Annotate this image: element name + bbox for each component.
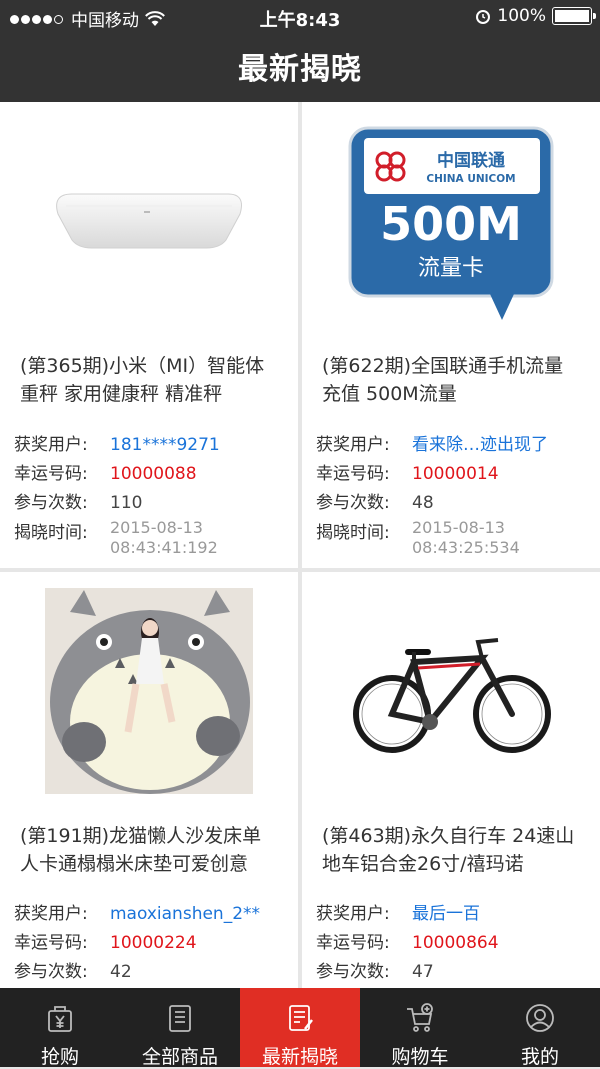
winner-name[interactable]: 最后一百 bbox=[412, 900, 480, 929]
announcement-icon bbox=[289, 1005, 313, 1031]
winner-name[interactable]: maoxianshen_2** bbox=[110, 900, 260, 929]
reveal-time-row: 揭晓时间: 2015-08-13 08:43:41:192 bbox=[14, 518, 292, 558]
tab-flash-sale[interactable]: 抢购 bbox=[0, 988, 120, 1068]
totoro-sofa-bed-image bbox=[45, 588, 253, 794]
winner-row: 获奖用户: 181****9271 bbox=[14, 431, 292, 460]
unicom-cn-text: 中国联通 bbox=[437, 150, 505, 171]
time-label: 揭晓时间: bbox=[316, 523, 390, 543]
lucky-label: 幸运号码: bbox=[14, 464, 88, 484]
product-name: (第191期)龙猫懒人沙发床单人卡通榻榻米床垫可爱创意 bbox=[20, 825, 262, 875]
lucky-row: 幸运号码: 10000088 bbox=[14, 460, 292, 489]
lucky-label: 幸运号码: bbox=[316, 933, 390, 953]
lucky-number: 10000088 bbox=[110, 464, 197, 484]
count-row: 参与次数: 47 bbox=[316, 958, 594, 987]
smart-scale-image bbox=[56, 193, 242, 249]
tab-all-products[interactable]: 全部商品 bbox=[120, 988, 240, 1068]
reveal-date: 2015-08-13 bbox=[412, 518, 505, 537]
product-card[interactable]: (第365期)小米（MI）智能体重秤 家用健康秤 精准秤 获奖用户: 181***… bbox=[0, 102, 298, 568]
join-count: 47 bbox=[412, 962, 434, 982]
product-name: (第365期)小米（MI）智能体重秤 家用健康秤 精准秤 bbox=[20, 355, 265, 405]
join-count: 48 bbox=[412, 493, 434, 513]
unicom-en-text: CHINA UNICOM bbox=[426, 173, 515, 185]
winner-label: 获奖用户: bbox=[316, 435, 390, 455]
count-row: 参与次数: 42 bbox=[14, 958, 292, 987]
lucky-number: 10000224 bbox=[110, 933, 197, 953]
winner-row: 获奖用户: 最后一百 bbox=[316, 900, 594, 929]
data-amount-text: 500M bbox=[380, 197, 522, 251]
tab-label: 购物车 bbox=[391, 1046, 449, 1068]
lucky-number: 10000014 bbox=[412, 464, 499, 484]
status-bar: 中国移动 上午8:43 100% bbox=[0, 0, 600, 36]
lucky-row: 幸运号码: 10000014 bbox=[316, 460, 594, 489]
page-title: 最新揭晓 bbox=[238, 52, 362, 87]
winner-label: 获奖用户: bbox=[14, 904, 88, 924]
alarm-icon bbox=[476, 10, 491, 24]
product-grid: (第365期)小米（MI）智能体重秤 家用健康秤 精准秤 获奖用户: 181***… bbox=[0, 102, 600, 988]
lucky-number: 10000864 bbox=[412, 933, 499, 953]
tab-label: 抢购 bbox=[40, 1046, 79, 1068]
winner-label: 获奖用户: bbox=[316, 904, 390, 924]
lucky-label: 幸运号码: bbox=[316, 464, 390, 484]
tab-cart[interactable]: 购物车 bbox=[360, 988, 480, 1068]
count-row: 参与次数: 110 bbox=[14, 489, 292, 518]
data-card-label: 流量卡 bbox=[418, 256, 484, 281]
winner-name[interactable]: 181****9271 bbox=[110, 431, 220, 460]
battery-percent: 100% bbox=[497, 6, 546, 26]
winner-name[interactable]: 看来除…迹出现了 bbox=[412, 431, 548, 460]
tab-profile[interactable]: 我的 bbox=[480, 988, 600, 1068]
count-label: 参与次数: bbox=[316, 493, 390, 513]
top-bar: 中国移动 上午8:43 100% 最新揭晓 bbox=[0, 0, 600, 102]
product-name: (第463期)永久自行车 24速山地车铝合金26寸/禧玛诺 bbox=[322, 825, 575, 875]
count-label: 参与次数: bbox=[14, 962, 88, 982]
unicom-data-card-image: 中国联通 CHINA UNICOM 500M 流量卡 bbox=[348, 126, 554, 320]
product-card[interactable]: 中国联通 CHINA UNICOM 500M 流量卡 (第622期)全国联通手机… bbox=[302, 102, 600, 568]
product-card[interactable]: (第191期)龙猫懒人沙发床单人卡通榻榻米床垫可爱创意 获奖用户: maoxian… bbox=[0, 572, 298, 988]
reveal-clock: 08:43:25:534 bbox=[412, 538, 520, 557]
lucky-label: 幸运号码: bbox=[14, 933, 88, 953]
time-label: 揭晓时间: bbox=[14, 523, 88, 543]
tab-label: 全部商品 bbox=[141, 1046, 218, 1068]
winner-label: 获奖用户: bbox=[14, 435, 88, 455]
battery-icon bbox=[552, 7, 596, 25]
count-label: 参与次数: bbox=[14, 493, 88, 513]
lucky-row: 幸运号码: 10000864 bbox=[316, 929, 594, 958]
reveal-clock: 08:43:41:192 bbox=[110, 538, 218, 557]
count-row: 参与次数: 48 bbox=[316, 489, 594, 518]
tab-label: 最新揭晓 bbox=[261, 1046, 338, 1068]
tab-label: 我的 bbox=[520, 1046, 559, 1068]
tab-latest-reveal[interactable]: 最新揭晓 bbox=[240, 988, 360, 1068]
cart-icon bbox=[407, 1003, 433, 1032]
catalog-icon bbox=[169, 1005, 191, 1032]
winner-row: 获奖用户: 看来除…迹出现了 bbox=[316, 431, 594, 460]
join-count: 42 bbox=[110, 962, 132, 982]
winner-row: 获奖用户: maoxianshen_2** bbox=[14, 900, 292, 929]
lucky-row: 幸运号码: 10000224 bbox=[14, 929, 292, 958]
join-count: 110 bbox=[110, 493, 143, 513]
product-name: (第622期)全国联通手机流量充值 500M流量 bbox=[322, 355, 564, 405]
reveal-time-row: 揭晓时间: 2015-08-13 08:43:25:534 bbox=[316, 518, 594, 558]
reveal-date: 2015-08-13 bbox=[110, 518, 203, 537]
user-icon bbox=[526, 1004, 554, 1032]
bottom-tab-bar: 抢购 全部商品 最新揭晓 购物车 我的 bbox=[0, 988, 600, 1068]
count-label: 参与次数: bbox=[316, 962, 390, 982]
mountain-bike-image bbox=[353, 638, 551, 753]
product-card[interactable]: (第463期)永久自行车 24速山地车铝合金26寸/禧玛诺 获奖用户: 最后一百 … bbox=[302, 572, 600, 988]
yuan-bag-icon bbox=[48, 1006, 72, 1032]
